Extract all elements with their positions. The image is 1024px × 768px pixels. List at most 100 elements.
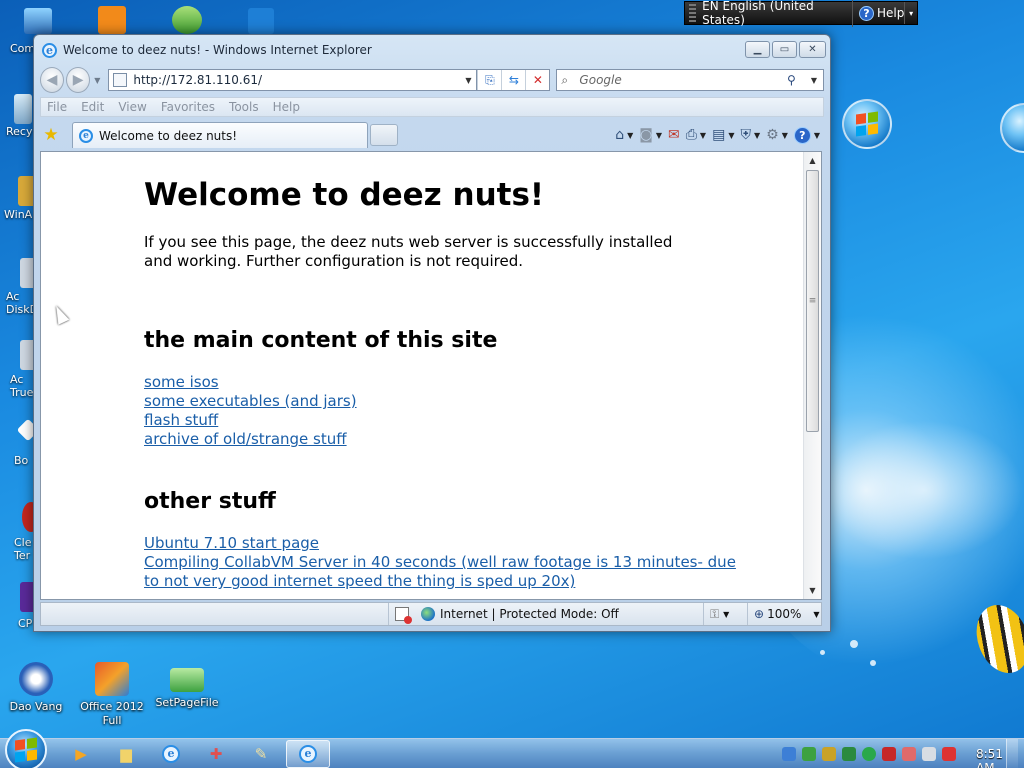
desktop-icon-label: SetPageFile xyxy=(155,696,219,709)
taskbar-paint[interactable]: ✎ xyxy=(241,740,281,768)
chevron-down-icon: ▼ xyxy=(781,130,788,140)
address-input[interactable]: http://172.81.110.61/ xyxy=(133,73,460,87)
link-archive[interactable]: archive of old/strange stuff xyxy=(144,430,744,449)
page-menu-button[interactable]: ▤ ▼ xyxy=(712,127,734,143)
favorites-star-icon[interactable]: ★ xyxy=(40,124,62,146)
home-button[interactable]: ⌂ ▼ xyxy=(615,127,633,143)
protected-mode-button[interactable]: ⚿ ▼ xyxy=(703,603,747,625)
link-ubuntu[interactable]: Ubuntu 7.10 start page xyxy=(144,534,744,553)
menu-help[interactable]: Help xyxy=(273,100,300,114)
desktop-icon-setpagefile[interactable]: SetPageFile xyxy=(152,662,222,710)
address-bar[interactable]: http://172.81.110.61/ ▼ xyxy=(108,69,478,91)
scroll-thumb[interactable]: ≡ xyxy=(806,170,819,432)
grip-handle[interactable] xyxy=(689,4,697,22)
recycle-bin-icon[interactable] xyxy=(14,94,32,124)
windows-flag-icon xyxy=(15,736,37,763)
page-content: Welcome to deez nuts! If you see this pa… xyxy=(40,151,822,600)
menu-file[interactable]: File xyxy=(47,100,67,114)
gear-icon: ⚙ xyxy=(766,127,779,143)
taskbar-explorer[interactable]: ▆ xyxy=(106,740,146,768)
zoom-button[interactable]: ⊕ 100% ▼ xyxy=(747,603,821,625)
taskbar-app[interactable]: ✚ xyxy=(196,740,236,768)
tools-menu-button[interactable]: ⚙ ▼ xyxy=(766,127,788,143)
mail-button[interactable]: ✉ xyxy=(668,127,680,143)
help-icon: ? xyxy=(793,126,811,144)
scroll-up-icon[interactable]: ▲ xyxy=(804,152,821,169)
address-dropdown-icon[interactable]: ▼ xyxy=(460,76,476,85)
zone-indicator[interactable]: Internet | Protected Mode: Off xyxy=(415,603,703,625)
search-options-icon[interactable]: ▼ xyxy=(805,76,823,85)
feeds-button[interactable]: ◙ ▼ xyxy=(639,127,662,143)
chevron-down-icon: ▼ xyxy=(813,609,820,619)
office-icon xyxy=(95,662,129,696)
tray-icon[interactable] xyxy=(842,746,856,761)
menu-favorites[interactable]: Favorites xyxy=(161,100,215,114)
app-icon[interactable] xyxy=(172,6,202,34)
taskbar-ie-active[interactable]: e xyxy=(286,739,330,768)
app-icon[interactable] xyxy=(98,6,126,34)
minimize-button[interactable]: ▁ xyxy=(745,41,770,58)
dao-vang-icon xyxy=(19,662,53,696)
tab-active[interactable]: e Welcome to deez nuts! xyxy=(72,122,368,148)
tray-icon[interactable] xyxy=(782,746,796,761)
langbar-help-button[interactable]: ? Help xyxy=(858,5,904,21)
search-box[interactable]: ⌕ Google ⚲ ▼ xyxy=(556,69,824,91)
desktop-icon-cpu-label: CP xyxy=(18,617,33,630)
stop-icon[interactable]: ✕ xyxy=(525,70,549,90)
close-button[interactable]: ✕ xyxy=(799,41,826,58)
volume-muted-icon[interactable] xyxy=(942,746,956,761)
chevron-down-icon: ▼ xyxy=(699,130,707,140)
help-menu-button[interactable]: ? ▼ xyxy=(793,126,820,144)
chevron-down-icon: ▼ xyxy=(753,130,761,140)
link-flash[interactable]: flash stuff xyxy=(144,411,744,430)
search-input[interactable]: Google xyxy=(579,73,787,87)
print-button[interactable]: ⎙ ▼ xyxy=(686,127,706,143)
desktop-icon-office-2012[interactable]: Office 2012 Full xyxy=(77,662,147,728)
desktop-icon-cleaner-label: Cle Ter xyxy=(14,536,32,562)
title-bar[interactable]: e Welcome to deez nuts! - Windows Intern… xyxy=(34,35,830,65)
refresh-icon[interactable]: ⇆ xyxy=(501,70,525,90)
scroll-down-icon[interactable]: ▼ xyxy=(804,582,821,599)
safety-menu-button[interactable]: ⛨ ▼ xyxy=(740,127,760,143)
network-icon[interactable] xyxy=(922,746,936,761)
new-tab-button[interactable] xyxy=(370,124,398,146)
tray-icon[interactable] xyxy=(882,746,896,761)
tray-icon[interactable] xyxy=(902,746,916,761)
search-icon[interactable]: ⚲ xyxy=(787,73,805,87)
langbar-options-icon[interactable]: ▾ xyxy=(904,2,917,24)
vertical-scrollbar[interactable]: ▲ ≡ ▼ xyxy=(803,152,821,599)
taskbar: ▶ ▆ e ✚ ✎ e 8:51 AM xyxy=(0,728,1024,768)
compatibility-view-icon[interactable]: ⎘ xyxy=(477,70,501,90)
zone-text: Internet | Protected Mode: Off xyxy=(440,607,619,621)
link-isos[interactable]: some isos xyxy=(144,373,744,392)
clock[interactable]: 8:51 AM xyxy=(976,747,1003,768)
chevron-down-icon: ▼ xyxy=(723,609,730,619)
back-button[interactable]: ◀ xyxy=(40,67,65,93)
zoom-level: 100% xyxy=(767,607,802,621)
link-executables[interactable]: some executables (and jars) xyxy=(144,392,744,411)
start-button[interactable] xyxy=(5,728,47,768)
show-desktop-button[interactable] xyxy=(1006,739,1018,768)
security-zone[interactable] xyxy=(388,603,415,625)
teamviewer-icon[interactable] xyxy=(248,8,274,34)
history-dropdown-icon[interactable]: ▼ xyxy=(94,76,100,85)
tray-icon[interactable] xyxy=(822,746,836,761)
app-icon: ✚ xyxy=(209,744,223,763)
globe-icon xyxy=(421,607,435,621)
taskbar-media-player[interactable]: ▶ xyxy=(61,740,101,768)
desktop-icon-label: Office 2012 Full xyxy=(80,700,144,727)
other-links: Ubuntu 7.10 start page Compiling CollabV… xyxy=(144,534,744,591)
language-bar[interactable]: EN English (United States) ? Help ▾ xyxy=(684,0,918,27)
desktop-icon-dao-vang[interactable]: Dao Vang xyxy=(1,662,71,714)
maximize-button[interactable]: ▭ xyxy=(772,41,797,58)
menu-edit[interactable]: Edit xyxy=(81,100,104,114)
menu-view[interactable]: View xyxy=(118,100,146,114)
link-collabvm[interactable]: Compiling CollabVM Server in 40 seconds … xyxy=(144,553,744,591)
computer-icon[interactable] xyxy=(24,8,52,34)
language-indicator[interactable]: EN English (United States) xyxy=(702,0,853,27)
taskbar-ie[interactable]: e xyxy=(151,740,191,768)
tray-play-icon[interactable] xyxy=(862,746,876,761)
tray-icon[interactable] xyxy=(802,746,816,761)
forward-button[interactable]: ▶ xyxy=(66,67,91,93)
menu-tools[interactable]: Tools xyxy=(229,100,259,114)
